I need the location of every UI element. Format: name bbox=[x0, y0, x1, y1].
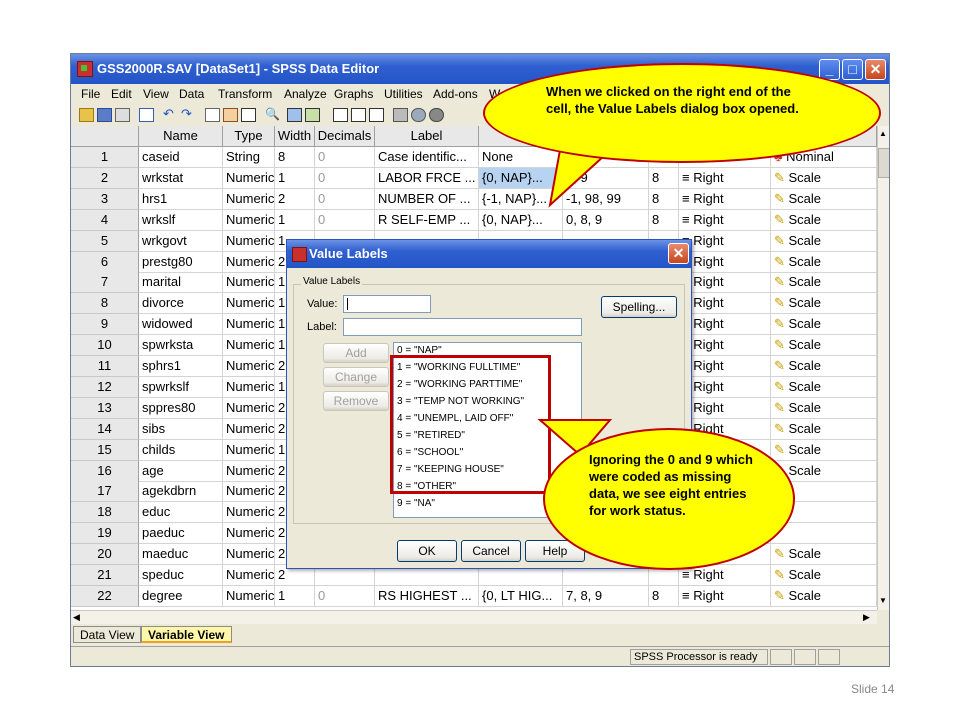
top-callout-text: When we clicked on the right end of the … bbox=[546, 84, 799, 116]
bottom-callout-text: Ignoring the 0 and 9 which were coded as… bbox=[589, 452, 753, 518]
slide-number: Slide 14 bbox=[851, 682, 895, 696]
